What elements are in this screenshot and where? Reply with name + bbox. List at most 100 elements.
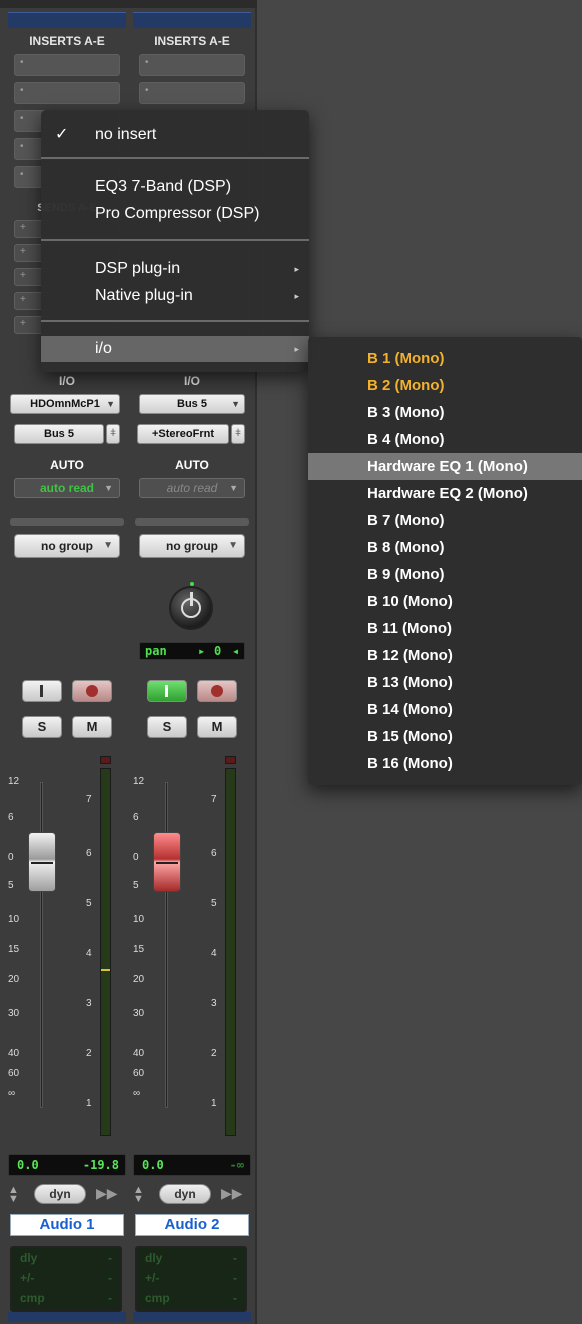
io-submenu-item[interactable]: B 4 (Mono) [308, 426, 582, 453]
fader-scale-mark: 40 [8, 1048, 20, 1059]
submenu-arrow-icon: ▸ [294, 344, 299, 354]
delay-row: dly - [20, 1248, 120, 1268]
pan-display[interactable]: pan ▸ 0 ◂ [139, 642, 245, 660]
output-link-icon[interactable]: ǂ [106, 424, 120, 444]
solo-button[interactable]: S [22, 716, 62, 738]
level-meter [100, 768, 111, 1136]
menu-item-dsp-plugin[interactable]: DSP plug-in ▸ [41, 256, 309, 282]
meter-scale-mark: 1 [211, 1098, 217, 1109]
strip-color-header [8, 12, 126, 28]
volume-value: 0.0 [17, 1158, 39, 1172]
automation-mode-selector[interactable]: auto read ▼ [139, 478, 245, 498]
group-id-bar [135, 518, 249, 526]
menu-item-eq3[interactable]: EQ3 7-Band (DSP) [41, 174, 309, 200]
dyn-button[interactable]: dyn [159, 1184, 211, 1204]
io-submenu-item[interactable]: B 1 (Mono) [308, 345, 582, 372]
fader-scale-mark: 12 [133, 776, 145, 787]
pan-label: pan [145, 644, 167, 658]
input-selector-label: Bus 5 [177, 398, 207, 410]
volume-fader[interactable] [153, 832, 181, 892]
record-enable-button[interactable] [197, 680, 237, 702]
fader-scale-mark: 20 [133, 974, 145, 985]
io-title: I/O [58, 374, 75, 388]
volume-fader[interactable] [28, 832, 56, 892]
output-selector[interactable]: +StereoFrnt [137, 424, 229, 444]
track-name[interactable]: Audio 1 [10, 1214, 124, 1236]
output-selector-label: +StereoFrnt [151, 428, 215, 440]
output-selector[interactable]: Bus 5 [14, 424, 104, 444]
comp-row-value: - [233, 1291, 237, 1305]
up-down-arrows-icon[interactable]: ▲ ▼ [133, 1185, 144, 1205]
delay-row-value: - [233, 1251, 237, 1265]
io-submenu: B 1 (Mono) B 2 (Mono) B 3 (Mono) B 4 (Mono)… [308, 337, 582, 785]
input-monitor-button[interactable] [22, 680, 62, 702]
io-submenu-item[interactable]: B 16 (Mono) [308, 750, 582, 777]
output-link-icon[interactable]: ǂ [231, 424, 245, 444]
level-meter [225, 768, 236, 1136]
io-submenu-item[interactable]: B 3 (Mono) [308, 399, 582, 426]
fast-forward-icon[interactable]: ▶▶ [221, 1185, 243, 1202]
fader-scale-mark: 0 [8, 852, 14, 863]
insert-slot-dot: • [20, 169, 24, 180]
io-submenu-item[interactable]: B 11 (Mono) [308, 615, 582, 642]
record-enable-button[interactable] [72, 680, 112, 702]
dyn-button[interactable]: dyn [34, 1184, 86, 1204]
pan-knob[interactable] [169, 582, 213, 630]
menu-item-no-insert[interactable]: ✓ no insert [41, 122, 309, 148]
volume-display[interactable]: 0.0 -∞ [133, 1154, 251, 1176]
volume-display[interactable]: 0.0 -19.8 [8, 1154, 126, 1176]
fast-forward-icon[interactable]: ▶▶ [96, 1185, 118, 1202]
io-submenu-item[interactable]: B 12 (Mono) [308, 642, 582, 669]
automation-mode-selector[interactable]: auto read ▼ [14, 478, 120, 498]
delay-row-value: - [108, 1251, 112, 1265]
clip-indicator[interactable] [225, 756, 236, 764]
io-submenu-item[interactable]: B 15 (Mono) [308, 723, 582, 750]
insert-slot-a[interactable]: • [139, 54, 245, 76]
menu-item-native-plugin[interactable]: Native plug-in ▸ [41, 283, 309, 309]
mute-button[interactable]: M [72, 716, 112, 738]
insert-slot-b[interactable]: • [14, 82, 120, 104]
send-slot-plus: + [20, 222, 26, 233]
menu-item-pro-compressor[interactable]: Pro Compressor (DSP) [41, 201, 309, 227]
io-submenu-item[interactable]: Hardware EQ 2 (Mono) [308, 480, 582, 507]
chevron-down-icon: ▼ [104, 483, 113, 493]
io-submenu-item[interactable]: B 2 (Mono) [308, 372, 582, 399]
menu-item-label: no insert [95, 126, 157, 143]
up-down-arrows-icon[interactable]: ▲ ▼ [8, 1185, 19, 1205]
io-submenu-item[interactable]: Hardware EQ 1 (Mono) [308, 453, 582, 480]
delay-row: dly - [145, 1248, 245, 1268]
volume-value: 0.0 [142, 1158, 164, 1172]
clip-indicator[interactable] [100, 756, 111, 764]
solo-button[interactable]: S [147, 716, 187, 738]
pan-knob-pointer [190, 592, 193, 606]
meter-scale-mark: 7 [86, 794, 92, 805]
input-monitor-button[interactable] [147, 680, 187, 702]
io-submenu-item[interactable]: B 10 (Mono) [308, 588, 582, 615]
checkmark-icon: ✓ [55, 126, 69, 143]
group-selector[interactable]: no group ▼ [139, 534, 245, 558]
io-submenu-item[interactable]: B 14 (Mono) [308, 696, 582, 723]
fader-scale-mark: 30 [8, 1008, 20, 1019]
fader-scale-mark: 12 [8, 776, 20, 787]
group-id-bar [10, 518, 124, 526]
meter-scale-mark: 6 [86, 848, 92, 859]
menu-item-io[interactable]: i/o ▸ [41, 336, 309, 362]
meter-scale-mark: 5 [211, 898, 217, 909]
meter-scale-mark: 1 [86, 1098, 92, 1109]
inserts-title: INSERTS A-E [154, 34, 230, 48]
group-selector[interactable]: no group ▼ [14, 534, 120, 558]
input-selector[interactable]: HDOmnMcP1 ▼ [10, 394, 120, 414]
insert-slot-a[interactable]: • [14, 54, 120, 76]
input-selector[interactable]: Bus 5 ▼ [139, 394, 245, 414]
track-name[interactable]: Audio 2 [135, 1214, 249, 1236]
io-submenu-item[interactable]: B 7 (Mono) [308, 507, 582, 534]
io-submenu-item[interactable]: B 9 (Mono) [308, 561, 582, 588]
comp-row-label: cmp [20, 1291, 45, 1305]
insert-slot-b[interactable]: • [139, 82, 245, 104]
mute-button[interactable]: M [197, 716, 237, 738]
submenu-arrow-icon: ▸ [294, 264, 299, 274]
dynamics-row: ▲ ▼ dyn ▶▶ [133, 1184, 251, 1206]
io-submenu-item[interactable]: B 8 (Mono) [308, 534, 582, 561]
peak-value: -19.8 [82, 1158, 119, 1172]
io-submenu-item[interactable]: B 13 (Mono) [308, 669, 582, 696]
